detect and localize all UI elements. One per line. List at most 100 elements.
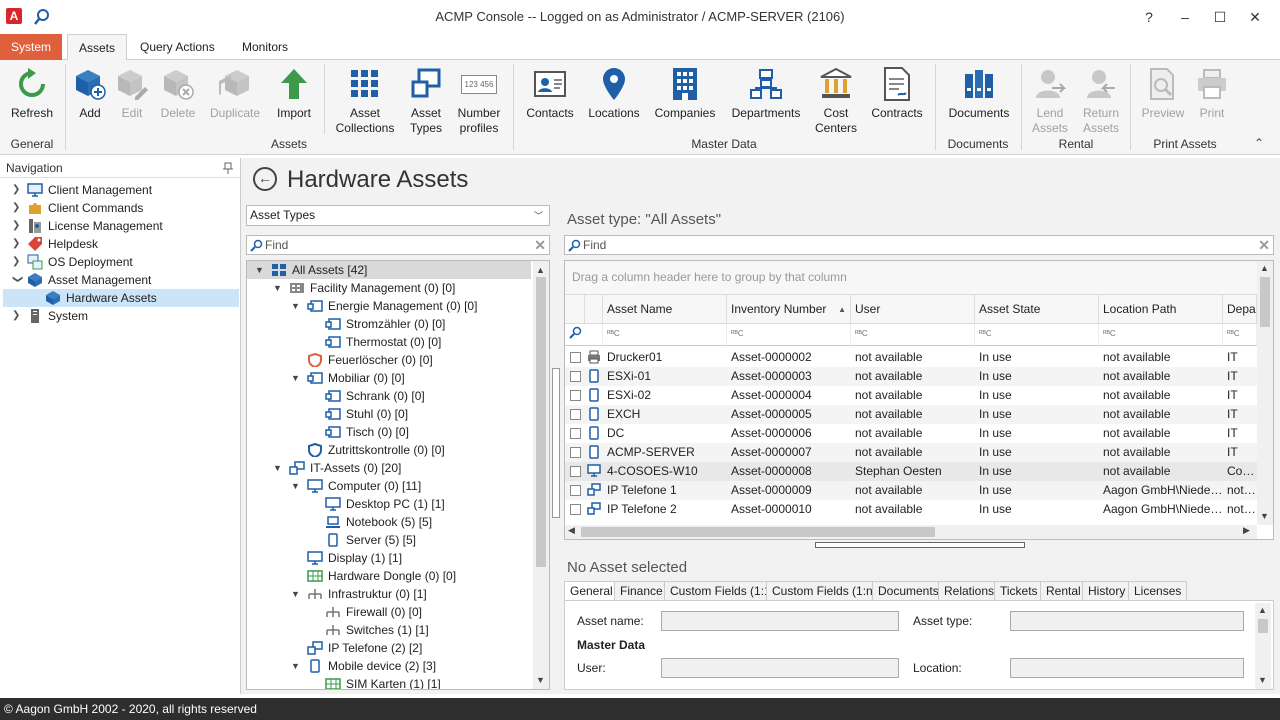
pin-icon[interactable] bbox=[222, 162, 234, 174]
column-header-asset-name[interactable]: Asset Name bbox=[603, 295, 727, 324]
detail-tab-finance[interactable]: Finance bbox=[614, 581, 669, 601]
filter-location-path[interactable]: ᴿᴮC bbox=[1099, 324, 1223, 346]
row-checkbox[interactable] bbox=[570, 504, 581, 515]
chevron-right-icon[interactable]: ❯ bbox=[12, 199, 22, 217]
grid-hscroll-thumb[interactable] bbox=[581, 527, 935, 537]
row-checkbox[interactable] bbox=[570, 352, 581, 363]
print-button[interactable]: Print bbox=[1192, 66, 1232, 121]
tree-node[interactable]: ▼ All Assets [42] bbox=[247, 261, 531, 279]
cost-centers-button[interactable]: Cost Centers bbox=[810, 66, 862, 136]
close-button[interactable]: ✕ bbox=[1244, 6, 1266, 28]
asset-types-button[interactable]: Asset Types bbox=[404, 66, 448, 136]
help-button[interactable]: ? bbox=[1138, 6, 1160, 28]
clear-icon[interactable]: ✕ bbox=[534, 237, 546, 254]
chevron-right-icon[interactable]: ❯ bbox=[12, 181, 22, 199]
tab-query-actions[interactable]: Query Actions bbox=[130, 34, 225, 60]
asset-name-field[interactable] bbox=[661, 611, 899, 631]
scroll-down-icon[interactable]: ▼ bbox=[1258, 675, 1267, 685]
chevron-down-icon[interactable]: ▼ bbox=[291, 297, 303, 315]
location-field[interactable] bbox=[1010, 658, 1244, 678]
back-button[interactable]: ← bbox=[253, 167, 277, 191]
filter-user[interactable]: ᴿᴮC bbox=[851, 324, 975, 346]
scroll-down-icon[interactable]: ▼ bbox=[536, 675, 545, 685]
table-row[interactable]: IP Telefone 2 Asset-0000010 not available I… bbox=[565, 500, 1257, 519]
number-profiles-button[interactable]: 123 456 Number profiles bbox=[454, 66, 504, 136]
detail-tab-custom-fields-1-n[interactable]: Custom Fields (1:n) bbox=[766, 581, 883, 601]
table-row[interactable]: ESXi-02 Asset-0000004 not available In use n… bbox=[565, 386, 1257, 405]
locations-button[interactable]: Locations bbox=[586, 66, 642, 121]
scroll-down-icon[interactable]: ▼ bbox=[1260, 511, 1269, 521]
scroll-up-icon[interactable]: ▲ bbox=[536, 265, 545, 275]
clear-icon[interactable]: ✕ bbox=[1258, 237, 1270, 254]
nav-item-system[interactable]: ❯ System bbox=[0, 307, 240, 325]
chevron-down-icon[interactable]: ▼ bbox=[291, 585, 303, 603]
asset-types-dropdown[interactable]: Asset Types ﹀ bbox=[246, 205, 550, 226]
row-checkbox[interactable] bbox=[570, 447, 581, 458]
scroll-right-icon[interactable]: ▶ bbox=[1243, 525, 1250, 536]
contracts-button[interactable]: Contracts bbox=[868, 66, 926, 121]
chevron-down-icon[interactable]: ▼ bbox=[291, 657, 303, 675]
delete-button[interactable]: Delete bbox=[156, 66, 200, 121]
detail-tab-documents[interactable]: Documents bbox=[872, 581, 945, 601]
chevron-right-icon[interactable]: ❯ bbox=[12, 307, 22, 325]
group-by-panel[interactable]: Drag a column header here to group by th… bbox=[565, 261, 1257, 295]
asset-type-field[interactable] bbox=[1010, 611, 1244, 631]
filter-inventory-number[interactable]: ᴿᴮC bbox=[727, 324, 851, 346]
table-row[interactable]: ESXi-01 Asset-0000003 not available In use n… bbox=[565, 367, 1257, 386]
table-row[interactable]: ACMP-SERVER Asset-0000007 not available In … bbox=[565, 443, 1257, 462]
column-header-department[interactable]: Depar bbox=[1223, 295, 1257, 324]
grid-search-input[interactable]: Find ✕ bbox=[564, 235, 1274, 255]
duplicate-button[interactable]: Duplicate bbox=[206, 66, 264, 121]
grid-vscroll-thumb[interactable] bbox=[1260, 277, 1270, 327]
minimize-button[interactable]: – bbox=[1174, 6, 1196, 28]
column-header-inventory-number[interactable]: Inventory Number ▲ bbox=[727, 295, 851, 324]
filter-asset-state[interactable]: ᴿᴮC bbox=[975, 324, 1099, 346]
row-checkbox[interactable] bbox=[570, 485, 581, 496]
import-button[interactable]: Import bbox=[272, 66, 316, 121]
table-row[interactable]: 4-COSOES-W10 Asset-0000008 Stephan Oesten I… bbox=[565, 462, 1257, 481]
chevron-down-icon[interactable]: ▼ bbox=[291, 369, 303, 387]
chevron-right-icon[interactable]: ❯ bbox=[12, 253, 22, 271]
nav-item-license-management[interactable]: ❯ License Management bbox=[0, 217, 240, 235]
tree-scroll-thumb[interactable] bbox=[536, 277, 546, 567]
nav-item-asset-management[interactable]: ❯ Asset Management bbox=[0, 271, 240, 289]
return-assets-button[interactable]: Return Assets bbox=[1078, 66, 1124, 136]
departments-button[interactable]: Departments bbox=[728, 66, 804, 121]
row-checkbox[interactable] bbox=[570, 409, 581, 420]
detail-tab-custom-fields-1-1[interactable]: Custom Fields (1:1) bbox=[664, 581, 781, 601]
grid-vertical-scrollbar[interactable]: ▲ ▼ bbox=[1257, 261, 1273, 525]
grid-horizontal-scrollbar[interactable]: ◀ ▶ bbox=[565, 525, 1257, 539]
column-header-location-path[interactable]: Location Path bbox=[1099, 295, 1223, 324]
row-checkbox[interactable] bbox=[570, 428, 581, 439]
nav-item-helpdesk[interactable]: ❯ Helpdesk bbox=[0, 235, 240, 253]
chevron-right-icon[interactable]: ❯ bbox=[12, 235, 22, 253]
scroll-up-icon[interactable]: ▲ bbox=[1260, 263, 1269, 273]
edit-button[interactable]: Edit bbox=[114, 66, 150, 121]
detail-scroll-thumb[interactable] bbox=[1258, 619, 1268, 633]
grid-header-select[interactable] bbox=[585, 295, 603, 324]
companies-button[interactable]: Companies bbox=[652, 66, 718, 121]
nav-item-hardware-assets[interactable]: Hardware Assets bbox=[3, 289, 239, 307]
row-checkbox[interactable] bbox=[570, 371, 581, 382]
chevron-down-icon[interactable]: ▼ bbox=[291, 477, 303, 495]
nav-item-client-commands[interactable]: ❯ Client Commands bbox=[0, 199, 240, 217]
row-checkbox[interactable] bbox=[570, 466, 581, 477]
nav-item-os-deployment[interactable]: ❯ OS Deployment bbox=[0, 253, 240, 271]
detail-splitter[interactable] bbox=[815, 542, 1025, 548]
contacts-button[interactable]: Contacts bbox=[522, 66, 578, 121]
tab-system[interactable]: System bbox=[0, 34, 62, 60]
detail-tab-relations[interactable]: Relations bbox=[938, 581, 1001, 601]
table-row[interactable]: IP Telefone 1 Asset-0000009 not available I… bbox=[565, 481, 1257, 500]
chevron-right-icon[interactable]: ❯ bbox=[12, 217, 22, 235]
preview-button[interactable]: Preview bbox=[1140, 66, 1186, 121]
asset-collections-button[interactable]: Asset Collections bbox=[332, 66, 398, 136]
detail-tab-history[interactable]: History bbox=[1082, 581, 1132, 601]
table-row[interactable]: DC Asset-0000006 not available In use not av… bbox=[565, 424, 1257, 443]
detail-tab-tickets[interactable]: Tickets bbox=[994, 581, 1044, 601]
tab-monitors[interactable]: Monitors bbox=[232, 34, 298, 60]
detail-tab-licenses[interactable]: Licenses bbox=[1128, 581, 1188, 601]
panel-splitter[interactable] bbox=[552, 368, 560, 518]
scroll-up-icon[interactable]: ▲ bbox=[1258, 605, 1267, 615]
maximize-button[interactable]: ☐ bbox=[1209, 6, 1231, 28]
refresh-button[interactable]: Refresh bbox=[8, 66, 56, 121]
